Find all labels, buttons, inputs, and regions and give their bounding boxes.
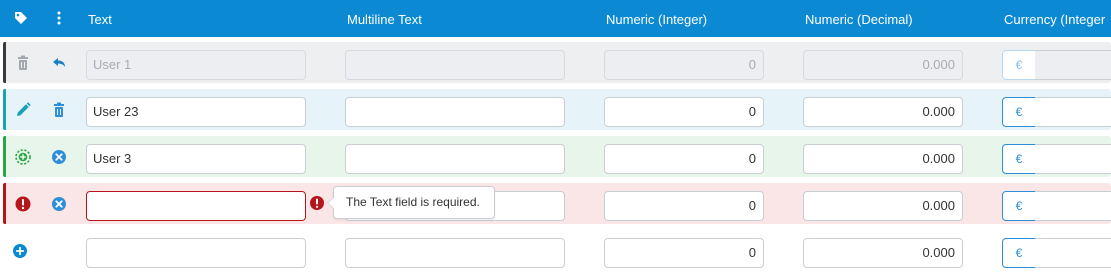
multiline-field[interactable]: [345, 144, 565, 174]
text-field[interactable]: [86, 238, 306, 268]
numeric-integer-field[interactable]: 0: [604, 97, 764, 127]
numeric-decimal-field[interactable]: 0.000: [803, 238, 963, 268]
numeric-integer-field[interactable]: 0: [604, 238, 764, 268]
vertical-dots-icon[interactable]: [52, 11, 66, 25]
column-header-numeric-decimal[interactable]: Numeric (Decimal): [805, 0, 913, 37]
numeric-integer-field[interactable]: 0: [604, 191, 764, 221]
error-icon: [14, 195, 32, 213]
row-status-bar: [3, 42, 6, 83]
grid-header: Text Multiline Text Numeric (Integer) Nu…: [0, 0, 1111, 37]
text-field[interactable]: [86, 191, 306, 221]
table-row: User 23 0 0.000 €: [3, 89, 1111, 130]
currency-integer-field: [1035, 50, 1111, 80]
multiline-field[interactable]: [345, 97, 565, 127]
text-field[interactable]: User 23: [86, 97, 306, 127]
currency-button[interactable]: €: [1002, 191, 1036, 221]
field-error-icon: [309, 195, 325, 211]
numeric-decimal-field: 0.000: [803, 50, 963, 80]
table-row: 0 0.000 €: [3, 183, 1111, 224]
cancel-icon[interactable]: [50, 195, 68, 213]
currency-button[interactable]: €: [1002, 238, 1036, 268]
numeric-decimal-field[interactable]: 0.000: [803, 144, 963, 174]
currency-integer-field[interactable]: [1035, 97, 1111, 127]
currency-integer-field[interactable]: [1035, 191, 1111, 221]
numeric-integer-field: 0: [604, 50, 764, 80]
trash-icon: [14, 54, 32, 72]
currency-integer-field[interactable]: [1035, 144, 1111, 174]
row-status-bar: [3, 136, 6, 177]
trash-icon[interactable]: [50, 101, 68, 119]
numeric-decimal-field[interactable]: 0.000: [803, 191, 963, 221]
cancel-icon[interactable]: [50, 148, 68, 166]
text-field[interactable]: User 3: [86, 144, 306, 174]
currency-button[interactable]: €: [1002, 97, 1036, 127]
currency-button[interactable]: €: [1002, 144, 1036, 174]
column-header-multiline[interactable]: Multiline Text: [347, 0, 422, 37]
table-row: 0 0.000 €: [3, 230, 1111, 271]
pencil-icon: [14, 101, 32, 119]
add-circle-icon[interactable]: [11, 242, 29, 260]
multiline-field: [345, 50, 565, 80]
column-header-numeric-integer[interactable]: Numeric (Integer): [606, 0, 707, 37]
numeric-integer-field[interactable]: 0: [604, 144, 764, 174]
row-status-bar: [3, 183, 6, 224]
currency-integer-field[interactable]: [1035, 238, 1111, 268]
currency-button: €: [1002, 50, 1036, 80]
add-dashed-icon: [14, 148, 32, 166]
column-header-currency-integer[interactable]: Currency (Integer: [1004, 0, 1105, 37]
validation-tooltip: The Text field is required.: [327, 186, 495, 219]
undo-icon[interactable]: [50, 54, 68, 72]
tag-icon[interactable]: [14, 11, 28, 25]
numeric-decimal-field[interactable]: 0.000: [803, 97, 963, 127]
multiline-field[interactable]: [345, 238, 565, 268]
table-row: User 1 0 0.000 €: [3, 42, 1111, 83]
table-row: User 3 0 0.000 €: [3, 136, 1111, 177]
text-field: User 1: [86, 50, 306, 80]
row-status-bar: [3, 89, 6, 130]
column-header-text[interactable]: Text: [88, 0, 112, 37]
